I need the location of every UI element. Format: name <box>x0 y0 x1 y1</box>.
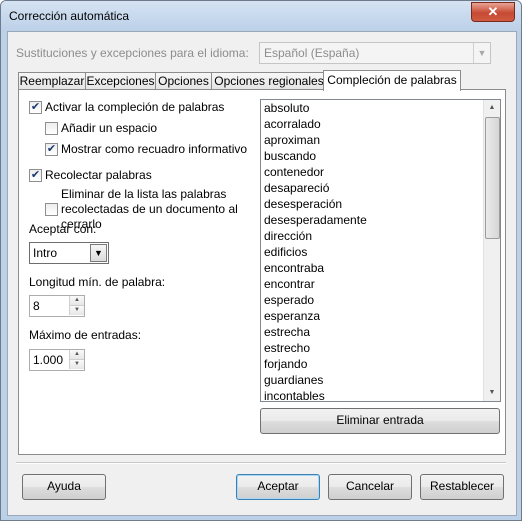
list-item[interactable]: absoluto <box>261 100 484 116</box>
list-item[interactable]: aproximan <box>261 132 484 148</box>
accept-with-value: Intro <box>33 246 58 260</box>
window-title: Corrección automática <box>9 9 130 23</box>
button-separator <box>16 462 506 464</box>
autocorrect-dialog: Corrección automática ✕ Sustituciones y … <box>0 0 522 521</box>
tab-opciones-regionales[interactable]: Opciones regionales <box>211 72 327 90</box>
list-item[interactable]: encontraba <box>261 260 484 276</box>
min-length-value: 8 <box>33 299 40 313</box>
min-length-label: Longitud mín. de palabra: <box>29 275 166 289</box>
chevron-down-icon[interactable]: ▼ <box>69 306 84 315</box>
reset-button[interactable]: Restablecer <box>420 474 504 500</box>
accept-button[interactable]: Aceptar <box>236 474 320 500</box>
language-select[interactable]: Español (España) ▼ <box>259 42 491 64</box>
checkbox-empty-icon <box>45 122 58 135</box>
accept-with-label: Aceptar con: <box>29 222 97 236</box>
list-item[interactable]: contenedor <box>261 164 484 180</box>
help-button[interactable]: Ayuda <box>22 474 106 500</box>
list-item[interactable]: guardianes <box>261 372 484 388</box>
tab-reemplazar[interactable]: Reemplazar <box>18 72 86 90</box>
list-item[interactable]: encontrar <box>261 276 484 292</box>
language-value: Español (España) <box>264 46 360 60</box>
tab-excepciones[interactable]: Excepciones <box>85 72 156 90</box>
list-item[interactable]: esperado <box>261 292 484 308</box>
chevron-down-icon: ▼ <box>90 244 107 262</box>
list-item[interactable]: esperanza <box>261 308 484 324</box>
chevron-up-icon[interactable]: ▲ <box>69 350 84 360</box>
list-item[interactable]: desesperadamente <box>261 212 484 228</box>
vertical-scrollbar[interactable]: ▲ ▼ <box>483 100 500 401</box>
checkmark-icon: ✔ <box>29 169 42 182</box>
chevron-up-icon[interactable]: ▲ <box>69 296 84 306</box>
accept-with-select[interactable]: Intro ▼ <box>29 242 109 264</box>
list-item[interactable]: buscando <box>261 148 484 164</box>
list-item[interactable]: edificios <box>261 244 484 260</box>
scroll-thumb[interactable] <box>485 117 500 239</box>
list-item[interactable]: desesperación <box>261 196 484 212</box>
scroll-up-icon[interactable]: ▲ <box>487 102 497 114</box>
dialog-client-area: Sustituciones y excepciones para el idio… <box>7 31 517 516</box>
close-icon: ✕ <box>487 4 499 19</box>
list-item[interactable]: desapareció <box>261 180 484 196</box>
word-completion-panel: ✔ Activar la compleción de palabras Añad… <box>18 89 506 455</box>
chevron-down-icon[interactable]: ▼ <box>69 360 84 369</box>
max-entries-stepper[interactable]: 1.000 ▲ ▼ <box>29 349 85 371</box>
close-button[interactable]: ✕ <box>471 2 515 22</box>
tab-complecion-de-palabras[interactable]: Compleción de palabras <box>323 70 461 91</box>
list-item[interactable]: forjando <box>261 356 484 372</box>
list-item[interactable]: estrecho <box>261 340 484 356</box>
max-entries-label: Máximo de entradas: <box>29 328 142 342</box>
list-item[interactable]: incontables <box>261 388 484 401</box>
checkmark-icon: ✔ <box>45 143 58 156</box>
chevron-down-icon: ▼ <box>473 43 490 63</box>
language-label: Sustituciones y excepciones para el idio… <box>16 46 249 60</box>
title-bar[interactable]: Corrección automática ✕ <box>1 1 521 31</box>
min-length-stepper[interactable]: 8 ▲ ▼ <box>29 295 85 317</box>
word-list-items: absoluto acorralado aproximan buscando c… <box>261 100 484 401</box>
tab-opciones[interactable]: Opciones <box>155 72 212 90</box>
list-item[interactable]: dirección <box>261 228 484 244</box>
list-item[interactable]: acorralado <box>261 116 484 132</box>
scroll-down-icon[interactable]: ▼ <box>487 387 497 399</box>
language-row: Sustituciones y excepciones para el idio… <box>16 42 508 64</box>
checkbox-empty-icon <box>45 203 58 216</box>
list-item[interactable]: estrecha <box>261 324 484 340</box>
cancel-button[interactable]: Cancelar <box>328 474 412 500</box>
collected-words-list[interactable]: absoluto acorralado aproximan buscando c… <box>260 99 501 402</box>
checkmark-icon: ✔ <box>29 101 42 114</box>
max-entries-value: 1.000 <box>33 353 64 367</box>
delete-entry-button[interactable]: Eliminar entrada <box>260 408 500 434</box>
